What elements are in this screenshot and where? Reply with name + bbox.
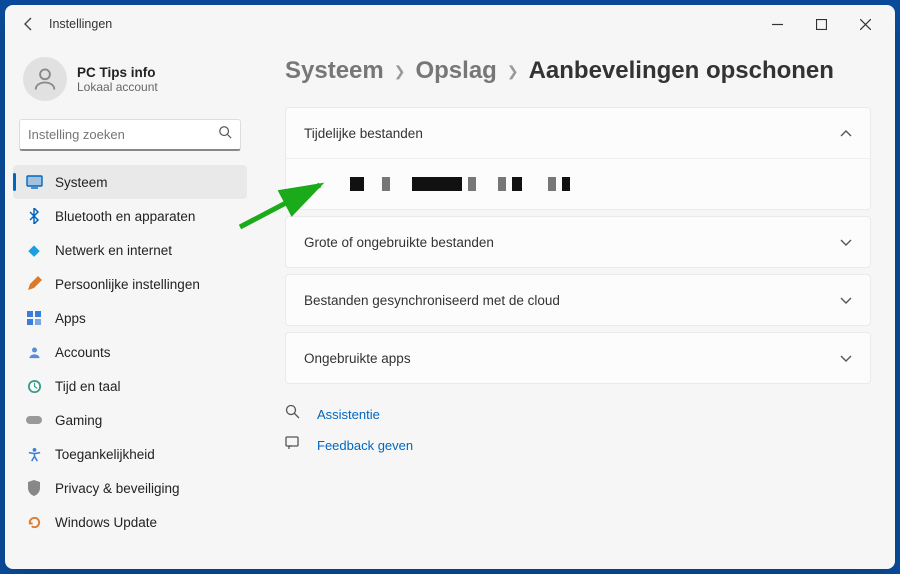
profile-text: PC Tips info Lokaal account: [77, 65, 158, 94]
search-box[interactable]: [19, 119, 241, 151]
redacted-block: [512, 177, 522, 191]
window-controls: [755, 8, 887, 40]
sidebar-item-label: Persoonlijke instellingen: [55, 277, 200, 292]
redacted-block: [562, 177, 570, 191]
system-icon: [25, 173, 43, 191]
sidebar-item-label: Accounts: [55, 345, 111, 360]
sidebar-item-gaming[interactable]: Gaming: [13, 403, 247, 437]
card-temporary-files: Tijdelijke bestanden: [285, 107, 871, 210]
sidebar-item-label: Tijd en taal: [55, 379, 121, 394]
sidebar-item-time[interactable]: Tijd en taal: [13, 369, 247, 403]
sidebar-item-accounts[interactable]: Accounts: [13, 335, 247, 369]
breadcrumb-current: Aanbevelingen opschonen: [529, 57, 834, 85]
accessibility-icon: [25, 445, 43, 463]
chevron-up-icon: [840, 126, 852, 141]
maximize-button[interactable]: [799, 8, 843, 40]
card-header[interactable]: Grote of ongebruikte bestanden: [286, 217, 870, 267]
breadcrumb-storage[interactable]: Opslag: [415, 57, 496, 85]
profile-name: PC Tips info: [77, 65, 158, 80]
help-icon: [285, 404, 303, 425]
network-icon: ◆: [25, 241, 43, 259]
sidebar-item-label: Privacy & beveiliging: [55, 481, 180, 496]
card-title: Bestanden gesynchroniseerd met de cloud: [304, 293, 560, 308]
card-unused-apps: Ongebruikte apps: [285, 332, 871, 384]
redacted-block: [498, 177, 506, 191]
back-button[interactable]: [13, 8, 45, 40]
profile[interactable]: PC Tips info Lokaal account: [13, 51, 247, 115]
sidebar-item-label: Netwerk en internet: [55, 243, 172, 258]
card-header[interactable]: Ongebruikte apps: [286, 333, 870, 383]
bluetooth-icon: [25, 207, 43, 225]
main-panel: Systeem ❯ Opslag ❯ Aanbevelingen opschon…: [255, 43, 895, 569]
redacted-block: [382, 177, 390, 191]
sidebar-item-system[interactable]: Systeem: [13, 165, 247, 199]
breadcrumb: Systeem ❯ Opslag ❯ Aanbevelingen opschon…: [285, 57, 871, 85]
sidebar-item-label: Apps: [55, 311, 86, 326]
card-title: Ongebruikte apps: [304, 351, 411, 366]
help-assistance-row: Assistentie: [285, 404, 871, 425]
settings-window: Instellingen PC Tips info Lokaal account: [5, 5, 895, 569]
redacted-block: [468, 177, 476, 191]
personalization-icon: [25, 275, 43, 293]
card-body: [286, 158, 870, 209]
sidebar: PC Tips info Lokaal account Systeem Blue…: [5, 43, 255, 569]
sidebar-item-network[interactable]: ◆ Netwerk en internet: [13, 233, 247, 267]
search-input[interactable]: [28, 127, 218, 142]
cards-list: Tijdelijke bestanden: [285, 107, 871, 384]
sidebar-item-personalization[interactable]: Persoonlijke instellingen: [13, 267, 247, 301]
chevron-down-icon: [840, 235, 852, 250]
sidebar-item-apps[interactable]: Apps: [13, 301, 247, 335]
close-button[interactable]: [843, 8, 887, 40]
breadcrumb-system[interactable]: Systeem: [285, 57, 384, 85]
sidebar-nav: Systeem Bluetooth en apparaten ◆ Netwerk…: [13, 165, 247, 539]
minimize-button[interactable]: [755, 8, 799, 40]
sidebar-item-label: Gaming: [55, 413, 102, 428]
sidebar-item-label: Windows Update: [55, 515, 157, 530]
time-icon: [25, 377, 43, 395]
sidebar-item-accessibility[interactable]: Toegankelijkheid: [13, 437, 247, 471]
profile-sub: Lokaal account: [77, 80, 158, 94]
chevron-down-icon: [840, 293, 852, 308]
window-title: Instellingen: [49, 17, 112, 31]
chevron-right-icon: ❯: [507, 63, 519, 80]
redacted-block: [350, 177, 364, 191]
redacted-block: [412, 177, 462, 191]
card-cloud-synced: Bestanden gesynchroniseerd met de cloud: [285, 274, 871, 326]
help-feedback-link[interactable]: Feedback geven: [317, 438, 413, 453]
card-header[interactable]: Tijdelijke bestanden: [286, 108, 870, 158]
card-header[interactable]: Bestanden gesynchroniseerd met de cloud: [286, 275, 870, 325]
apps-icon: [25, 309, 43, 327]
gaming-icon: [25, 411, 43, 429]
redacted-block: [548, 177, 556, 191]
chevron-down-icon: [840, 351, 852, 366]
sidebar-item-privacy[interactable]: Privacy & beveiliging: [13, 471, 247, 505]
windowsupdate-icon: [25, 513, 43, 531]
card-large-unused: Grote of ongebruikte bestanden: [285, 216, 871, 268]
accounts-icon: [25, 343, 43, 361]
feedback-icon: [285, 435, 303, 456]
titlebar: Instellingen: [5, 5, 895, 43]
sidebar-item-label: Bluetooth en apparaten: [55, 209, 195, 224]
privacy-icon: [25, 479, 43, 497]
card-title: Grote of ongebruikte bestanden: [304, 235, 494, 250]
help-links: Assistentie Feedback geven: [285, 404, 871, 456]
help-feedback-row: Feedback geven: [285, 435, 871, 456]
sidebar-item-bluetooth[interactable]: Bluetooth en apparaten: [13, 199, 247, 233]
sidebar-item-windowsupdate[interactable]: Windows Update: [13, 505, 247, 539]
avatar: [23, 57, 67, 101]
help-assistance-link[interactable]: Assistentie: [317, 407, 380, 422]
sidebar-item-label: Systeem: [55, 175, 108, 190]
chevron-right-icon: ❯: [394, 63, 406, 80]
card-title: Tijdelijke bestanden: [304, 126, 423, 141]
window-body: PC Tips info Lokaal account Systeem Blue…: [5, 43, 895, 569]
search-icon[interactable]: [218, 125, 232, 144]
sidebar-item-label: Toegankelijkheid: [55, 447, 155, 462]
